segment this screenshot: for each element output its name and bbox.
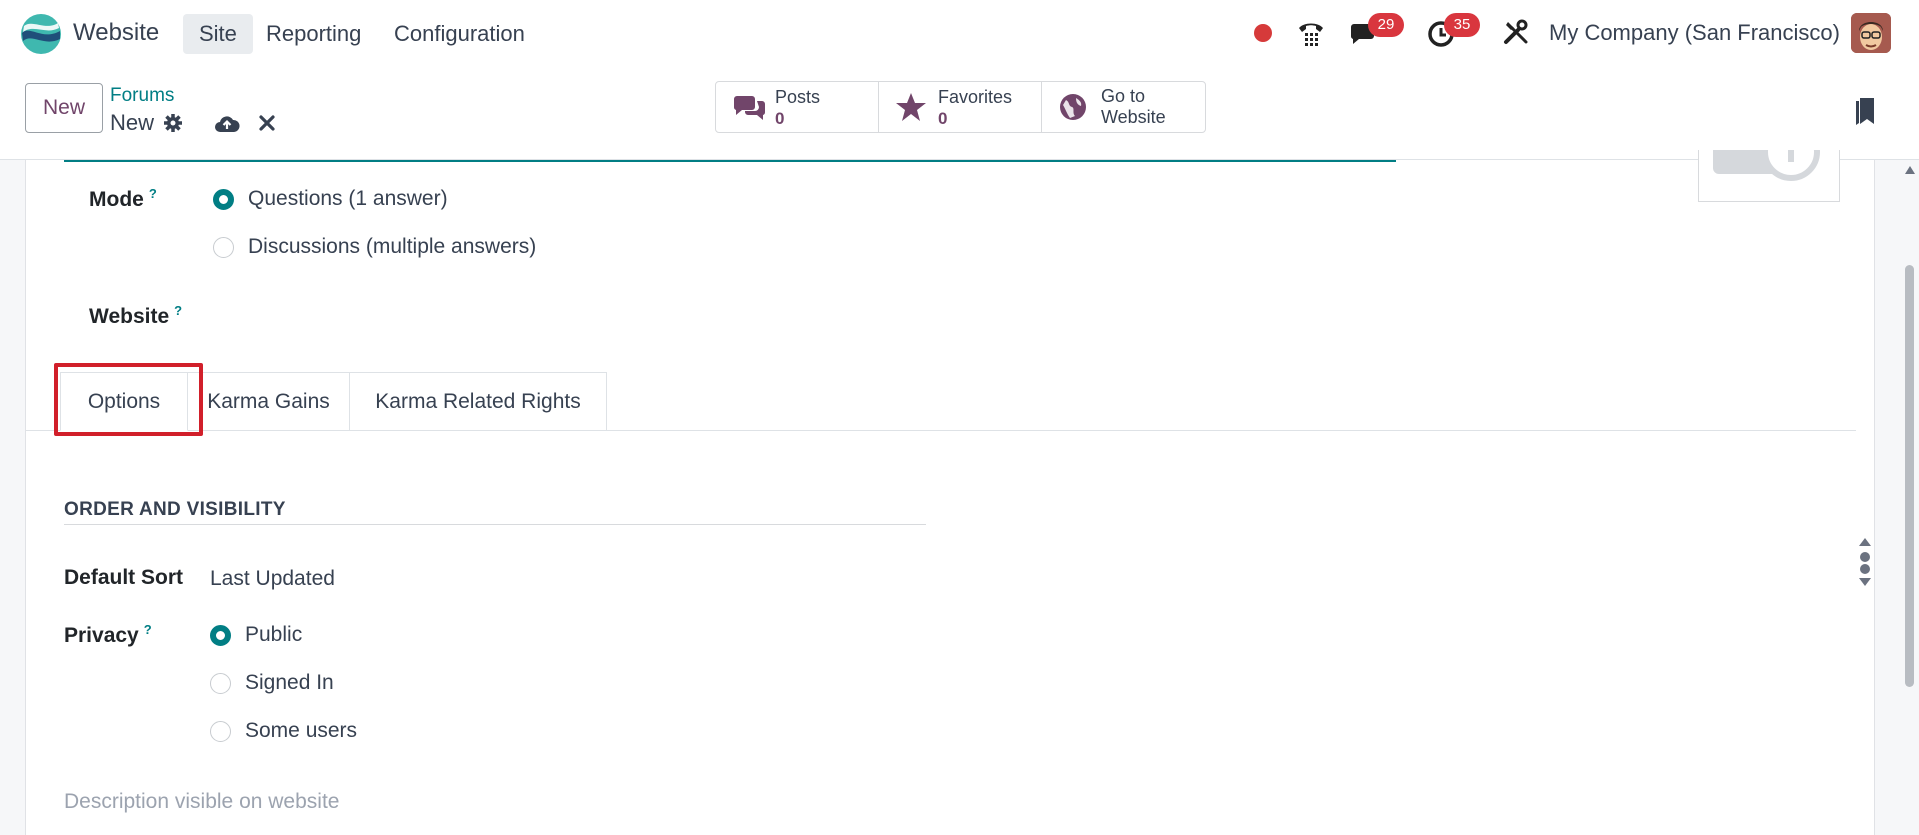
- privacy-option-signed-in[interactable]: Signed In: [210, 671, 334, 695]
- mode-discussions-label[interactable]: Discussions (multiple answers): [248, 235, 536, 259]
- form-sheet: Mode? Questions (1 answer) Discussions (…: [25, 150, 1875, 835]
- menu-configuration[interactable]: Configuration: [378, 14, 541, 54]
- posts-label: Posts: [775, 87, 821, 107]
- recording-indicator-icon[interactable]: [1254, 24, 1272, 42]
- privacy-signed-in-label[interactable]: Signed In: [245, 671, 334, 695]
- description-field[interactable]: Description visible on website: [64, 790, 339, 814]
- privacy-some-users-label[interactable]: Some users: [245, 719, 357, 743]
- chat-count-badge: 29: [1368, 13, 1404, 37]
- globe-icon: [1060, 94, 1086, 120]
- privacy-option-public[interactable]: Public: [210, 623, 302, 647]
- default-sort-select[interactable]: Last Updated: [210, 567, 335, 591]
- debug-tools-icon[interactable]: [1502, 18, 1530, 46]
- website-field-label: Website?: [89, 303, 182, 329]
- privacy-public-radio[interactable]: [210, 624, 231, 646]
- mode-questions-radio[interactable]: [213, 188, 234, 210]
- user-avatar[interactable]: [1851, 13, 1891, 53]
- forum-image-field[interactable]: [1698, 150, 1840, 202]
- gear-icon[interactable]: [163, 113, 183, 133]
- website-help-icon[interactable]: ?: [174, 303, 182, 318]
- favorites-count: 0: [938, 109, 948, 128]
- privacy-option-some-users[interactable]: Some users: [210, 719, 357, 743]
- discard-close-icon[interactable]: [259, 115, 275, 131]
- website-label-text: Website: [89, 305, 170, 328]
- new-button[interactable]: New: [25, 83, 103, 133]
- mode-help-icon[interactable]: ?: [149, 186, 157, 201]
- breadcrumb-forums[interactable]: Forums: [110, 85, 174, 107]
- scrollbar-thumb[interactable]: [1905, 265, 1914, 687]
- mode-option-discussions[interactable]: Discussions (multiple answers): [213, 235, 536, 259]
- posts-count: 0: [775, 109, 785, 128]
- comments-icon: [733, 96, 766, 120]
- privacy-signed-in-radio[interactable]: [210, 672, 231, 694]
- go-to-label-line1: Go to: [1101, 86, 1146, 106]
- tab-scroll-arrows-icon[interactable]: [1858, 536, 1872, 588]
- mode-field-label: Mode?: [89, 186, 157, 212]
- mode-discussions-radio[interactable]: [213, 236, 234, 258]
- go-to-website-smart-button[interactable]: Go to Website: [1042, 82, 1205, 132]
- privacy-public-label[interactable]: Public: [245, 623, 302, 647]
- menu-reporting[interactable]: Reporting: [250, 14, 377, 54]
- go-to-website-label: Go to Website: [1101, 86, 1166, 128]
- tab-karma-gains[interactable]: Karma Gains: [188, 372, 350, 431]
- menu-site[interactable]: Site: [183, 14, 253, 54]
- bookmark-icon[interactable]: [1854, 96, 1876, 126]
- privacy-some-users-radio[interactable]: [210, 720, 231, 742]
- privacy-label-text: Privacy: [64, 624, 139, 647]
- scroll-up-arrow-icon[interactable]: [1904, 165, 1916, 175]
- default-sort-label: Default Sort: [64, 566, 184, 589]
- camera-placeholder-icon: [1713, 150, 1820, 181]
- cloud-upload-icon[interactable]: [214, 114, 240, 134]
- favorites-label: Favorites: [938, 87, 1013, 107]
- tab-karma-related-rights[interactable]: Karma Related Rights: [350, 372, 607, 431]
- section-divider: [64, 524, 926, 525]
- privacy-field-label: Privacy?: [64, 622, 152, 648]
- name-field-underline[interactable]: [64, 160, 1396, 162]
- privacy-help-icon[interactable]: ?: [144, 622, 152, 637]
- smart-buttons: Posts 0 Favorites 0 Go to Website: [715, 81, 1206, 133]
- mode-option-questions[interactable]: Questions (1 answer): [213, 187, 448, 211]
- top-navbar: Website Site Reporting Configuration 29 …: [0, 0, 1919, 68]
- go-to-label-line2: Website: [1101, 107, 1166, 127]
- star-icon: [896, 93, 926, 121]
- website-app-logo[interactable]: [20, 13, 62, 55]
- posts-smart-button[interactable]: Posts 0: [716, 82, 879, 132]
- app-name[interactable]: Website: [73, 19, 159, 47]
- favorites-smart-button[interactable]: Favorites 0: [879, 82, 1042, 132]
- mode-questions-label[interactable]: Questions (1 answer): [248, 187, 448, 211]
- record-name: New: [110, 110, 155, 135]
- activity-count-badge: 35: [1444, 13, 1480, 37]
- phone-icon[interactable]: [1296, 18, 1326, 48]
- section-title: ORDER AND VISIBILITY: [64, 499, 286, 520]
- control-panel: New Forums New Posts 0 Favorites 0 Go to…: [0, 68, 1919, 160]
- company-switcher[interactable]: My Company (San Francisco): [1549, 20, 1840, 46]
- options-tab-highlight: [54, 363, 203, 436]
- form-view: Mode? Questions (1 answer) Discussions (…: [0, 150, 1919, 835]
- mode-label-text: Mode: [89, 188, 144, 211]
